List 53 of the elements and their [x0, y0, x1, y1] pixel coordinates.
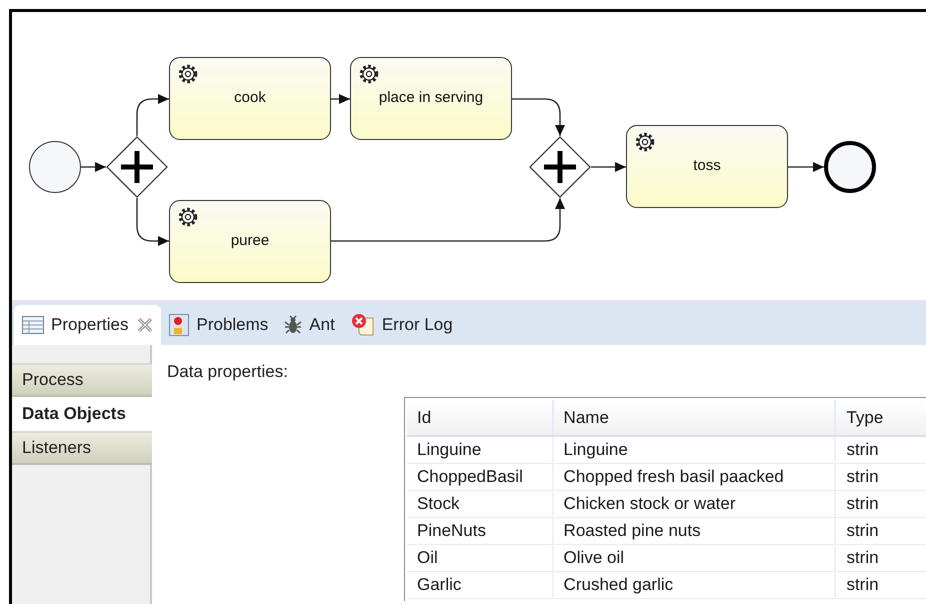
column-header[interactable]: Type — [835, 400, 926, 436]
task-label: cook — [234, 88, 266, 108]
gear-icon — [635, 132, 655, 152]
column-header[interactable]: Name — [552, 400, 836, 436]
view-tab[interactable]: Properties — [14, 305, 162, 345]
table-cell: strin — [835, 463, 926, 490]
table-cell: Stock — [407, 490, 553, 517]
table-icon — [22, 316, 44, 334]
task-label: toss — [693, 156, 721, 176]
table-cell: Olive oil — [552, 544, 836, 571]
table-cell: Garlic — [407, 571, 553, 598]
task-label: place in serving — [378, 88, 484, 108]
table-cell: Roasted pine nuts — [552, 517, 836, 544]
sequence-flow-arrow — [331, 94, 350, 104]
column-header[interactable]: Id — [407, 400, 553, 436]
section-label: Data properties: — [167, 361, 289, 383]
error-log-icon — [350, 313, 375, 337]
table-cell: strin — [835, 544, 926, 571]
table-cell: PineNuts — [407, 517, 553, 544]
end-event — [824, 141, 876, 193]
table-cell: ChoppedBasil — [407, 463, 553, 490]
gear-icon — [359, 64, 379, 84]
parallel-gateway — [106, 136, 168, 198]
sequence-flow-arrow — [136, 94, 169, 136]
gear-icon — [178, 64, 198, 84]
gear-icon — [178, 207, 198, 227]
bug-icon — [284, 315, 302, 335]
sequence-flow-arrow — [81, 162, 106, 172]
table-cell: Linguine — [552, 436, 836, 463]
table-cell: strin — [835, 571, 926, 598]
sequence-flow-arrow — [136, 198, 169, 246]
table-cell: Chopped fresh basil paacked — [552, 463, 836, 490]
table-cell: Chicken stock or water — [552, 490, 836, 517]
table-cell: strin — [835, 517, 926, 544]
table-cell: Oil — [407, 544, 553, 571]
task-label: puree — [230, 231, 270, 252]
problems-icon — [169, 314, 190, 336]
view-tab[interactable]: Ant — [276, 305, 343, 345]
sequence-flow-arrow — [788, 162, 824, 172]
parallel-gateway — [529, 136, 591, 198]
table-cell: Crushed garlic — [552, 571, 836, 598]
view-tab[interactable]: Error Log — [342, 305, 461, 345]
side-tab[interactable]: Listeners — [12, 431, 152, 465]
table-cell: strin — [835, 490, 926, 517]
view-tab[interactable]: Problems — [161, 305, 276, 345]
sequence-flow-arrow — [512, 98, 565, 136]
side-tab[interactable]: Process — [12, 363, 152, 397]
sequence-flow-arrow — [591, 162, 626, 172]
close-icon[interactable] — [137, 317, 154, 333]
start-event — [29, 141, 81, 193]
table-cell: strin — [835, 436, 926, 463]
side-tab[interactable]: Data Objects — [12, 397, 152, 431]
table-cell: Linguine — [407, 436, 553, 463]
